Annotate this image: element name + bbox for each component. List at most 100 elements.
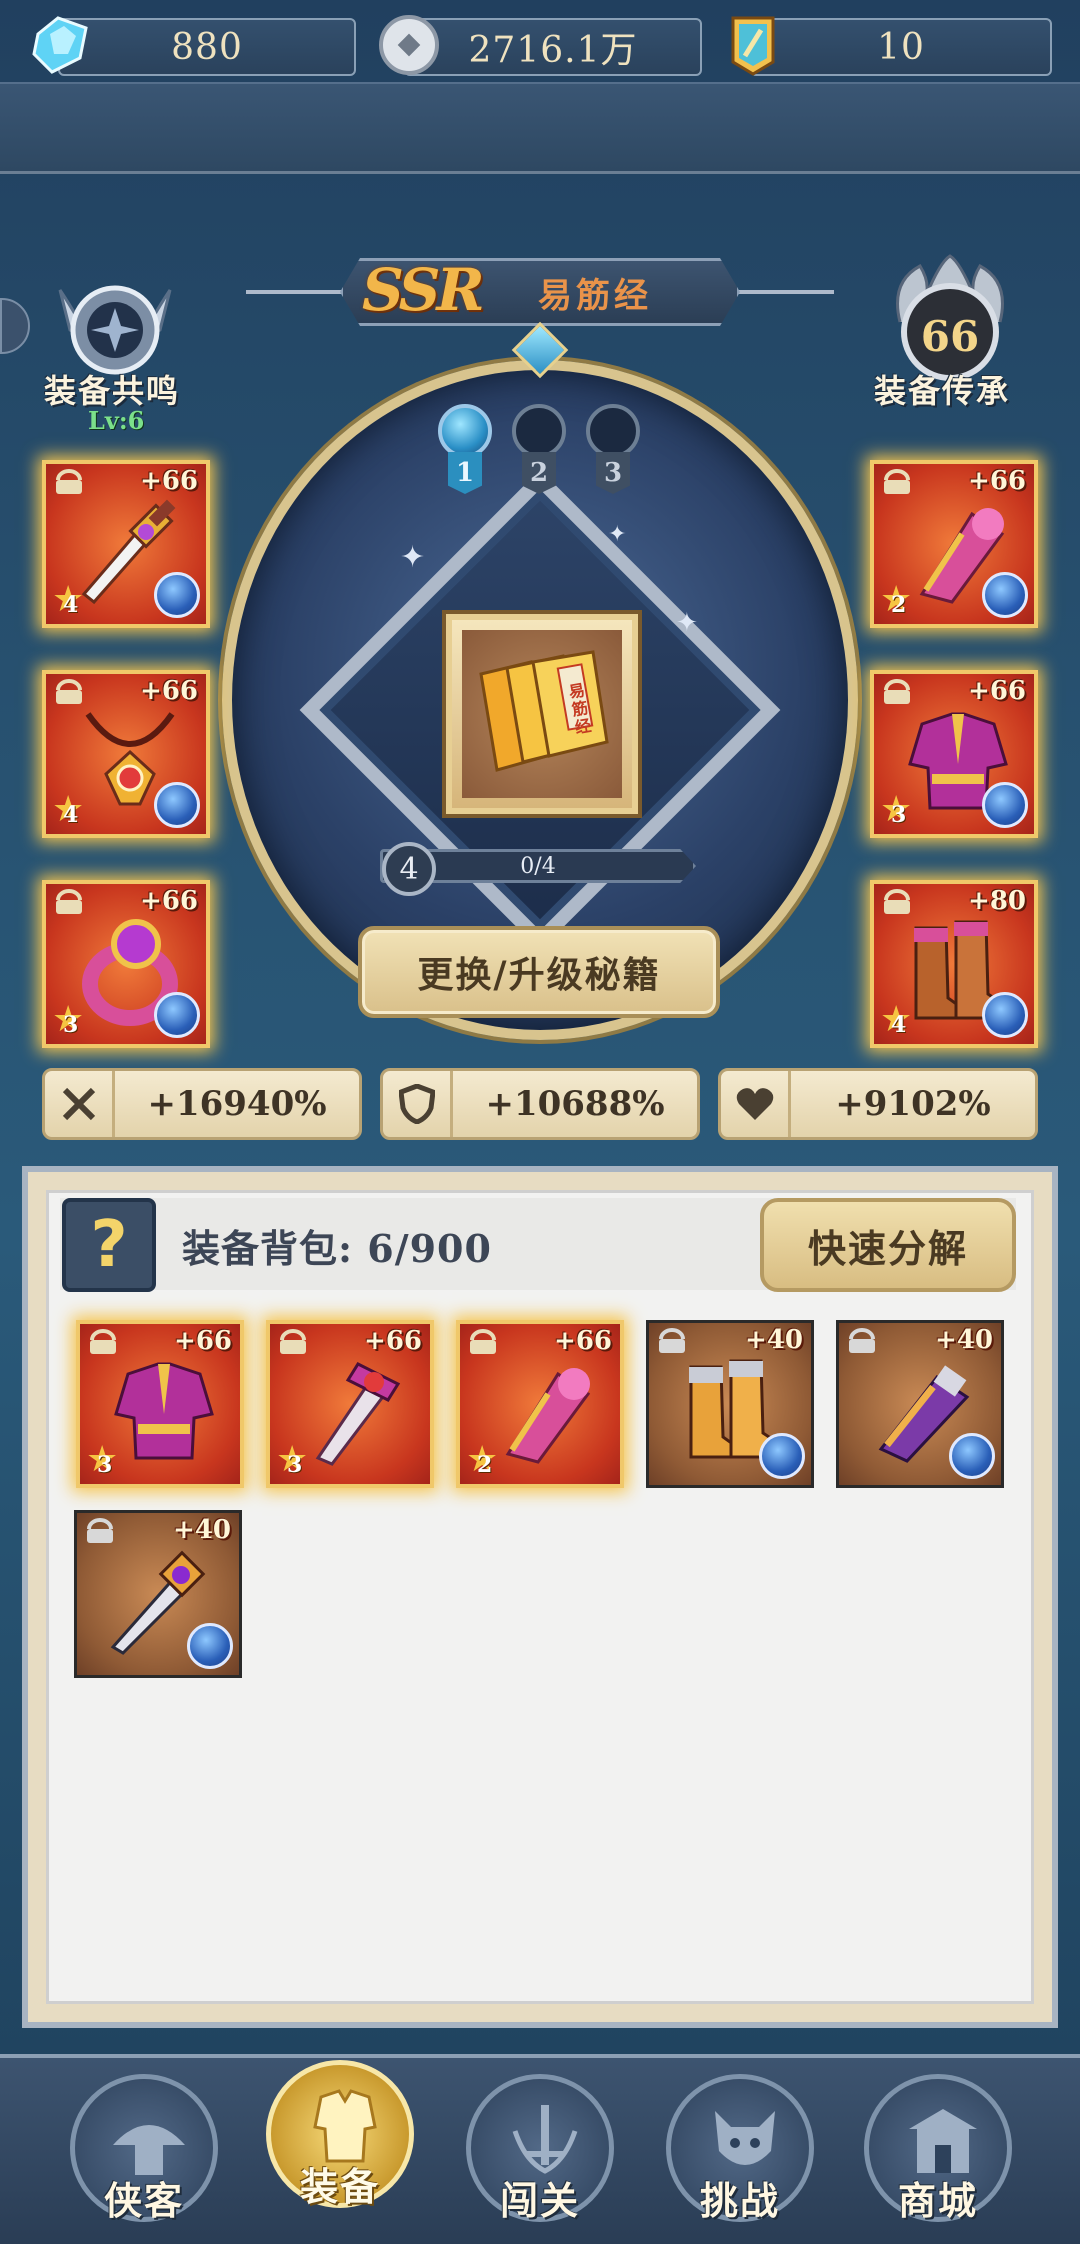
enhance-level: +66: [968, 676, 1026, 706]
bag-item[interactable]: +66 ★ 2: [456, 1320, 624, 1488]
health-stat: +9102%: [718, 1068, 1038, 1140]
star-count: 2: [477, 1452, 493, 1478]
equipped-weapon-slot[interactable]: +66 ★ 4: [42, 460, 210, 628]
coin-counter[interactable]: 2716.1万: [404, 18, 702, 76]
nav-equipment[interactable]: 装备: [266, 2060, 414, 2209]
book-level-badge: 4: [382, 842, 436, 896]
book-slot-1-number: 1: [448, 452, 482, 494]
enhance-level: +66: [364, 1326, 422, 1356]
enhance-level: +40: [745, 1325, 803, 1355]
defense-stat: +10688%: [380, 1068, 700, 1140]
book-icon: [479, 650, 609, 772]
lock-icon: [52, 888, 86, 916]
equipped-bracer-slot[interactable]: +66 ★ 2: [870, 460, 1038, 628]
book-slot-3-number: 3: [596, 452, 630, 494]
attack-stat: +16940%: [42, 1068, 362, 1140]
enhance-level: +40: [173, 1515, 231, 1545]
equipped-boots-slot[interactable]: +80 ★ 4: [870, 880, 1038, 1048]
lock-icon: [880, 888, 914, 916]
bracer-icon: [505, 1368, 591, 1464]
bag-item[interactable]: +40: [646, 1320, 814, 1488]
equipped-ring-slot[interactable]: +66 ★ 3: [42, 880, 210, 1048]
inheritance-value: 66: [920, 312, 980, 361]
sparkle-icon: ✦: [676, 608, 698, 638]
ticket-icon: [718, 10, 788, 80]
shield-icon: [383, 1071, 453, 1137]
lock-icon: [86, 1328, 120, 1356]
book-slot-3[interactable]: [586, 404, 640, 458]
lock-icon: [655, 1327, 689, 1355]
enhance-level: +66: [174, 1326, 232, 1356]
lock-icon: [52, 468, 86, 496]
defense-value: +10688%: [485, 1084, 665, 1124]
change-upgrade-book-button[interactable]: 更换/升级秘籍: [358, 926, 720, 1018]
bag-item[interactable]: +66 ★ 3: [76, 1320, 244, 1488]
ticket-amount: 10: [877, 26, 925, 68]
star-count: 3: [287, 1452, 303, 1478]
attack-value: +16940%: [147, 1084, 327, 1124]
swirl-orb-icon: [949, 1433, 995, 1479]
swirl-orb-icon: [982, 992, 1028, 1038]
nav-stages[interactable]: 闯关: [466, 2074, 614, 2223]
equipped-robe-slot[interactable]: +66 ★ 3: [870, 670, 1038, 838]
ticket-counter[interactable]: 10: [750, 18, 1052, 76]
shop-building-icon: [909, 2109, 977, 2173]
star-count: 4: [891, 1012, 907, 1038]
bag-capacity-label: 装备背包: 6/900: [182, 1226, 492, 1271]
title-divider-left: [246, 290, 356, 294]
inheritance-label: 装备传承: [874, 372, 1011, 410]
gem-counter[interactable]: 880: [58, 18, 356, 76]
crossed-swords-icon: [45, 1071, 115, 1137]
lock-icon: [83, 1517, 117, 1545]
swirl-orb-icon: [982, 782, 1028, 828]
star-count: 4: [63, 592, 79, 618]
book-slot-1[interactable]: [438, 404, 492, 458]
coin-amount: 2716.1万: [468, 30, 638, 71]
resonance-level: Lv:6: [88, 406, 145, 435]
nav-challenge[interactable]: 挑战: [666, 2074, 814, 2223]
skill-book-frame[interactable]: 易筋经: [446, 614, 638, 814]
lock-icon: [276, 1328, 310, 1356]
book-slot-2-number: 2: [522, 452, 556, 494]
star-icon: ★ 3: [52, 1002, 88, 1039]
star-count: 4: [63, 802, 79, 828]
star-icon: ★ 2: [466, 1442, 502, 1479]
resonance-icon: [58, 285, 172, 375]
armor-icon: [313, 2089, 377, 2163]
currency-bar: [0, 82, 1080, 174]
book-slot-2[interactable]: [512, 404, 566, 458]
bag-item[interactable]: +40: [74, 1510, 242, 1678]
enhance-level: +66: [554, 1326, 612, 1356]
gem-icon: [26, 10, 96, 80]
sparkle-icon: ✦: [608, 522, 627, 547]
robe-icon: [114, 1362, 214, 1460]
side-tab[interactable]: [0, 298, 30, 354]
heart-icon: [721, 1071, 791, 1137]
lock-icon: [466, 1328, 500, 1356]
swirl-orb-icon: [154, 572, 200, 618]
star-icon: ★ 4: [52, 582, 88, 619]
star-icon: ★ 4: [880, 1002, 916, 1039]
hero-hat-icon: [113, 2125, 185, 2175]
star-icon: ★ 4: [52, 792, 88, 829]
star-icon: ★ 2: [880, 582, 916, 619]
bag-item[interactable]: +66 ★ 3: [266, 1320, 434, 1488]
equipped-necklace-slot[interactable]: +66 ★ 4: [42, 670, 210, 838]
bag-item[interactable]: +40: [836, 1320, 1004, 1488]
lock-icon: [880, 468, 914, 496]
enhance-level: +66: [140, 676, 198, 706]
coin-icon: [374, 10, 444, 80]
help-button[interactable]: ?: [62, 1198, 156, 1292]
star-count: 2: [891, 592, 907, 618]
health-value: +9102%: [835, 1084, 991, 1124]
sword-icon: [315, 1362, 401, 1466]
quick-dismantle-button[interactable]: 快速分解: [760, 1198, 1016, 1292]
gem-amount: 880: [171, 26, 243, 68]
nav-shop[interactable]: 商城: [864, 2074, 1012, 2223]
swirl-orb-icon: [982, 572, 1028, 618]
nav-heroes[interactable]: 侠客: [70, 2074, 218, 2223]
star-count: 3: [63, 1012, 79, 1038]
enhance-level: +66: [968, 466, 1026, 496]
lock-icon: [845, 1327, 879, 1355]
demon-mask-icon: [715, 2111, 775, 2165]
